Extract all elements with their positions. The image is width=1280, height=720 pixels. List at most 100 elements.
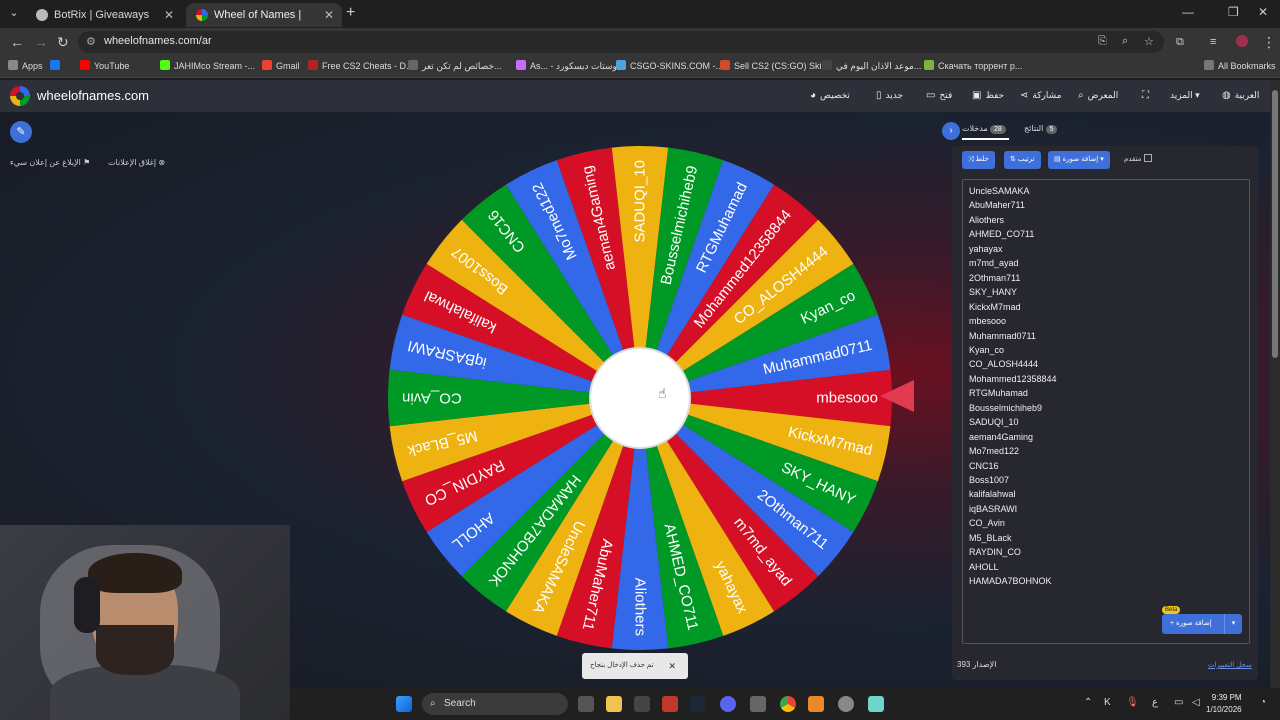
extensions-icon[interactable]: ⧉: [1176, 34, 1184, 50]
menu-customize[interactable]: ◕ تخصيص: [810, 90, 850, 101]
site-logo-text[interactable]: wheelofnames.com: [37, 88, 149, 103]
entry-line[interactable]: HAMADA7BOHNOK: [969, 576, 1052, 586]
taskbar-search[interactable]: ⌕ Search: [422, 693, 568, 715]
settings-gear-icon[interactable]: [838, 696, 854, 712]
entry-line[interactable]: M5_BLack: [969, 533, 1012, 543]
close-tab-icon[interactable]: ✕: [164, 3, 174, 27]
app-icon[interactable]: [868, 696, 884, 712]
add-image-bottom-button[interactable]: + إضافة صورة ▾: [1162, 614, 1242, 634]
entry-line[interactable]: RAYDIN_CO: [969, 547, 1021, 557]
discord-icon[interactable]: [720, 696, 736, 712]
page-scrollbar[interactable]: [1270, 80, 1280, 688]
menu-gallery[interactable]: ⌕ المعرض: [1078, 90, 1118, 101]
site-info-icon[interactable]: ⚙: [86, 35, 96, 48]
entry-line[interactable]: 2Othman711: [969, 273, 1020, 283]
network-icon[interactable]: ▭: [1174, 697, 1183, 708]
entry-line[interactable]: CO_ALOSH4444: [969, 359, 1038, 369]
chevron-down-icon[interactable]: ▾: [1224, 614, 1242, 634]
bookmark-item[interactable]: Free CS2 Cheats - D...: [308, 60, 414, 71]
bookmark-item[interactable]: Gmail: [262, 60, 300, 71]
entries-textarea[interactable]: UncleSAMAKA AbuMaher711 Aliothers AHMED_CO7…: [962, 179, 1250, 644]
bookmark-item[interactable]: خصائص لم تكن تعر...: [408, 60, 502, 72]
add-image-button[interactable]: ▤ إضافة صورة ▾: [1048, 151, 1110, 169]
bookmark-item[interactable]: Скачать торрент р...: [924, 60, 1022, 71]
valorant-icon[interactable]: [662, 696, 678, 712]
tab-results[interactable]: النتائج 5: [1024, 124, 1060, 134]
bookmark-item[interactable]: موعد الاذان اليوم في...: [822, 60, 921, 72]
entry-line[interactable]: mbesooo: [969, 316, 1006, 326]
translate-icon[interactable]: ⎘: [1098, 35, 1107, 48]
forward-icon[interactable]: →: [34, 34, 48, 50]
entry-line[interactable]: AbuMaher711: [969, 200, 1025, 210]
new-tab-icon[interactable]: +: [346, 4, 355, 22]
browser-menu-icon[interactable]: ⋮: [1262, 34, 1276, 50]
entry-line[interactable]: CNC16: [969, 461, 999, 471]
changelog-link[interactable]: سجل التغييرات: [1208, 661, 1252, 669]
entry-line[interactable]: Kyan_co: [969, 345, 1004, 355]
menu-open[interactable]: ▭ فتح: [926, 90, 952, 101]
tab-botrix[interactable]: BotRix | Giveaways ✕: [26, 3, 182, 27]
profile-avatar[interactable]: [1236, 35, 1248, 47]
g-hub-icon[interactable]: [634, 696, 650, 712]
entry-line[interactable]: Mo7med122: [969, 446, 1019, 456]
entry-line[interactable]: aeman4Gaming: [969, 432, 1033, 442]
chrome-icon[interactable]: [780, 696, 796, 712]
entry-line[interactable]: SKY_HANY: [969, 287, 1017, 297]
wheel-center-hub[interactable]: [589, 347, 691, 449]
entry-line[interactable]: Bousselmichiheb9: [969, 403, 1042, 413]
reload-icon[interactable]: ↻: [57, 34, 69, 50]
volume-icon[interactable]: ◁: [1192, 697, 1200, 708]
wheel-logo-icon[interactable]: [10, 86, 30, 106]
close-tab-icon[interactable]: ✕: [324, 3, 334, 27]
advanced-checkbox[interactable]: [1144, 154, 1153, 162]
entry-line[interactable]: UncleSAMAKA: [969, 186, 1030, 196]
collapse-panel-icon[interactable]: ›: [942, 122, 960, 140]
windows-start-icon[interactable]: [396, 696, 412, 712]
app-icon[interactable]: [750, 696, 766, 712]
kick-tray-icon[interactable]: K: [1104, 697, 1111, 708]
entry-line[interactable]: Muhammad0711: [969, 331, 1036, 341]
address-bar[interactable]: ⚙ wheelofnames.com/ar ⎘ ⌕ ☆: [78, 31, 1164, 53]
notifications-icon[interactable]: ◔: [1260, 697, 1266, 708]
mic-icon[interactable]: 🎙: [1126, 697, 1139, 708]
file-explorer-icon[interactable]: [606, 696, 622, 712]
wheel[interactable]: mbesoooKickxM7madSKY_HANY2Othman711m7md_…: [380, 138, 900, 658]
restore-icon[interactable]: ❐: [1228, 5, 1239, 19]
entry-line[interactable]: SADUQI_10: [969, 417, 1019, 427]
advanced-toggle[interactable]: متقدم: [1124, 154, 1153, 163]
menu-share[interactable]: ⋖ مشاركة: [1020, 90, 1061, 101]
menu-new[interactable]: ▯ جديد: [876, 90, 903, 101]
bookmark-item[interactable]: All Bookmarks: [1204, 60, 1276, 71]
back-icon[interactable]: ←: [10, 34, 24, 50]
entry-line[interactable]: Aliothers: [969, 215, 1004, 225]
report-ad-link[interactable]: الإبلاغ عن إعلان سيء ⚑: [10, 158, 90, 167]
window-close-icon[interactable]: ✕: [1258, 5, 1268, 19]
tray-chevron-icon[interactable]: ⌃: [1084, 697, 1092, 708]
bookmark-item[interactable]: YouTube: [80, 60, 129, 71]
edit-pencil-icon[interactable]: ✎: [10, 121, 32, 143]
menu-more[interactable]: المزيد ▾: [1170, 90, 1200, 101]
bookmark-item[interactable]: Apps: [8, 60, 43, 71]
scrollbar-thumb[interactable]: [1272, 90, 1278, 358]
entry-line[interactable]: iqBASRAWI: [969, 504, 1017, 514]
entry-line[interactable]: m7md_ayad: [969, 258, 1019, 268]
entry-line[interactable]: RTGMuhamad: [969, 388, 1028, 398]
entry-line[interactable]: CO_Avin: [969, 518, 1005, 528]
sort-button[interactable]: ⇅ ترتيب: [1004, 151, 1041, 169]
system-clock[interactable]: 9:39 PM 1/10/2026: [1206, 692, 1242, 716]
shuffle-button[interactable]: ⤨ خلط: [962, 151, 995, 169]
close-ads-link[interactable]: إغلاق الإعلانات ⊗: [108, 158, 165, 167]
entry-line[interactable]: Mohammed12358844: [969, 374, 1057, 384]
obs-like-icon[interactable]: [808, 696, 824, 712]
input-language[interactable]: ع: [1152, 697, 1158, 708]
entry-line[interactable]: yahayax: [969, 244, 1003, 254]
minimize-icon[interactable]: —: [1182, 5, 1194, 19]
close-toast-icon[interactable]: ✕: [668, 653, 676, 679]
entry-line[interactable]: KickxM7mad: [969, 302, 1021, 312]
steam-icon[interactable]: [690, 696, 706, 712]
menu-language[interactable]: ◍ العربية: [1222, 90, 1259, 101]
task-view-icon[interactable]: [578, 696, 594, 712]
tab-wheel-of-names[interactable]: Wheel of Names | العشوائي ✕: [186, 3, 342, 45]
entry-line[interactable]: kalifalahwal: [969, 489, 1016, 499]
bookmark-item[interactable]: Sell CS2 (CS:GO) Ski...: [720, 60, 829, 71]
